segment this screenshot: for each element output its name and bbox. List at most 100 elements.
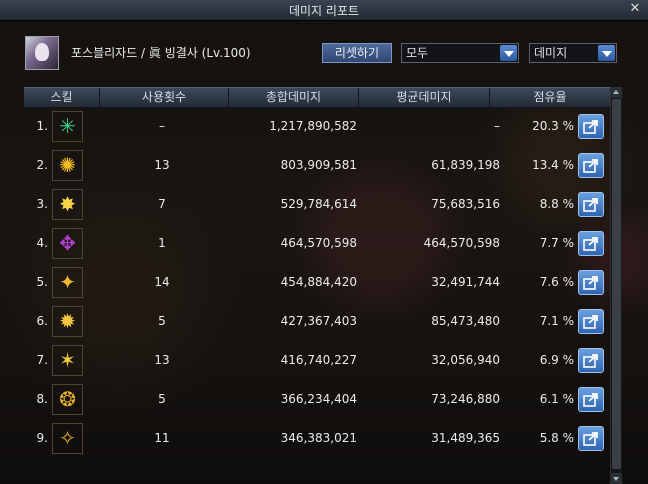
reset-button[interactable]: 리셋하기 [322,43,392,63]
row-avg-damage: – [494,119,500,133]
skill-icon-glyph: ✸ [59,192,76,216]
skill-icon-glyph: ✹ [59,309,76,333]
skill-icon: ✺ [52,150,83,181]
row-uses: 13 [154,158,170,172]
row-total-damage: 529,784,614 [280,197,357,211]
table-row[interactable]: 2. ✺ 13 803,909,581 61,839,198 13.4 % [24,146,610,185]
scroll-up-arrow-icon[interactable] [611,87,622,98]
row-share: 7.7 % [539,236,574,250]
row-total-damage: 1,217,890,582 [269,119,357,133]
table-row[interactable]: 7. ✶ 13 416,740,227 32,056,940 6.9 % [24,341,610,380]
row-uses: 13 [154,353,170,367]
row-share: 20.3 % [532,119,574,133]
row-share: 5.8 % [539,431,574,445]
row-rank: 4. [36,236,48,250]
share-icon[interactable] [578,426,604,451]
skill-table: 1. ✳ – 1,217,890,582 – 20.3 % 2. ✺ 13 80… [24,107,610,458]
row-total-damage: 427,367,403 [280,314,357,328]
share-icon[interactable] [578,387,604,412]
chevron-down-icon[interactable] [500,45,517,61]
share-icon[interactable] [578,309,604,334]
row-rank: 1. [36,119,48,133]
skill-icon-glyph: ❂ [59,387,76,411]
row-avg-damage: 85,473,480 [431,314,500,328]
row-uses: 5 [158,392,166,406]
row-avg-damage: 61,839,198 [431,158,500,172]
row-avg-damage: 464,570,598 [423,236,500,250]
skill-icon: ✥ [52,228,83,259]
share-icon[interactable] [578,114,604,139]
skill-icon-glyph: ✳ [59,114,76,138]
row-rank: 5. [36,275,48,289]
character-portrait [25,36,59,70]
table-row[interactable]: 5. ✦ 14 454,884,420 32,491,744 7.6 % [24,263,610,302]
skill-icon: ✹ [52,306,83,337]
report-header: 포스블리자드 / 眞 빙결사 (Lv.100) 리셋하기 모두 데미지 [0,20,648,84]
window-title: 데미지 리포트 [288,4,360,18]
row-total-damage: 366,234,404 [280,392,357,406]
column-share[interactable]: 점유율 [490,88,610,107]
row-avg-damage: 31,489,365 [431,431,500,445]
row-share: 6.1 % [539,392,574,406]
table-row[interactable]: 6. ✹ 5 427,367,403 85,473,480 7.1 % [24,302,610,341]
table-row[interactable]: 9. ✧ 11 346,383,021 31,489,365 5.8 % [24,419,610,458]
row-total-damage: 346,383,021 [280,431,357,445]
close-icon[interactable]: ✕ [628,2,642,16]
row-rank: 3. [36,197,48,211]
share-icon[interactable] [578,231,604,256]
skill-icon-glyph: ✺ [59,153,76,177]
skill-icon: ✦ [52,267,83,298]
skill-icon: ✶ [52,345,83,376]
skill-icon-glyph: ✥ [59,231,76,255]
sort-dropdown-value: 데미지 [534,46,568,60]
row-total-damage: 416,740,227 [280,353,357,367]
row-total-damage: 454,884,420 [280,275,357,289]
row-uses: 7 [158,197,166,211]
table-row[interactable]: 8. ❂ 5 366,234,404 73,246,880 6.1 % [24,380,610,419]
table-row[interactable]: 3. ✸ 7 529,784,614 75,683,516 8.8 % [24,185,610,224]
column-total-damage[interactable]: 총합데미지 [229,88,359,107]
scroll-down-arrow-icon[interactable] [611,473,622,484]
row-uses: 5 [158,314,166,328]
row-rank: 6. [36,314,48,328]
row-share: 13.4 % [532,158,574,172]
row-rank: 2. [36,158,48,172]
row-share: 7.6 % [539,275,574,289]
share-icon[interactable] [578,270,604,295]
row-share: 6.9 % [539,353,574,367]
row-uses: 1 [158,236,166,250]
filter-dropdown[interactable]: 모두 [401,43,519,63]
column-uses[interactable]: 사용횟수 [100,88,229,107]
skill-icon-glyph: ✶ [59,348,76,372]
share-icon[interactable] [578,153,604,178]
skill-icon: ❂ [52,384,83,415]
table-header: 스킬 사용횟수 총합데미지 평균데미지 점유율 [24,87,610,108]
skill-icon: ✧ [52,423,83,454]
row-avg-damage: 32,491,744 [431,275,500,289]
row-uses: 11 [154,431,170,445]
row-rank: 7. [36,353,48,367]
row-avg-damage: 73,246,880 [431,392,500,406]
table-row[interactable]: 1. ✳ – 1,217,890,582 – 20.3 % [24,107,610,146]
skill-icon: ✸ [52,189,83,220]
skill-icon-glyph: ✦ [59,270,76,294]
column-avg-damage[interactable]: 평균데미지 [359,88,490,107]
sort-dropdown[interactable]: 데미지 [529,43,617,63]
table-row[interactable]: 4. ✥ 1 464,570,598 464,570,598 7.7 % [24,224,610,263]
column-skill[interactable]: 스킬 [24,88,100,107]
row-total-damage: 464,570,598 [280,236,357,250]
character-name: 포스블리자드 / 眞 빙결사 (Lv.100) [71,46,251,60]
row-rank: 8. [36,392,48,406]
chevron-down-icon[interactable] [598,45,615,61]
row-avg-damage: 75,683,516 [431,197,500,211]
share-icon[interactable] [578,192,604,217]
skill-icon-glyph: ✧ [59,426,76,450]
row-uses: 14 [154,275,170,289]
row-uses: – [159,119,165,133]
skill-icon: ✳ [52,111,83,142]
row-avg-damage: 32,056,940 [431,353,500,367]
scroll-thumb[interactable] [612,99,621,469]
row-share: 8.8 % [539,197,574,211]
share-icon[interactable] [578,348,604,373]
table-scrollbar[interactable] [610,87,622,484]
